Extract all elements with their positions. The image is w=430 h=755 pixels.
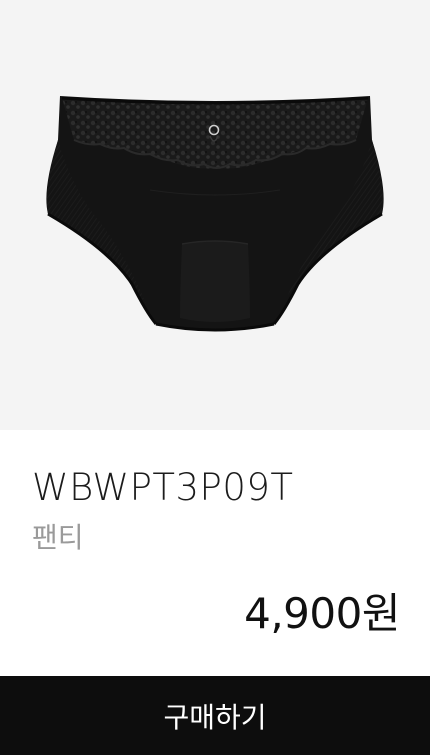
product-price: 4,900원 bbox=[244, 589, 400, 638]
product-category: 팬티 bbox=[32, 521, 84, 554]
panty-illustration bbox=[46, 96, 384, 332]
buy-button[interactable]: 구매하기 bbox=[0, 676, 430, 755]
buy-button-label: 구매하기 bbox=[163, 700, 267, 734]
gusset bbox=[180, 241, 250, 322]
product-image[interactable] bbox=[0, 0, 430, 430]
product-code: WBWPT3P09T bbox=[32, 466, 294, 509]
